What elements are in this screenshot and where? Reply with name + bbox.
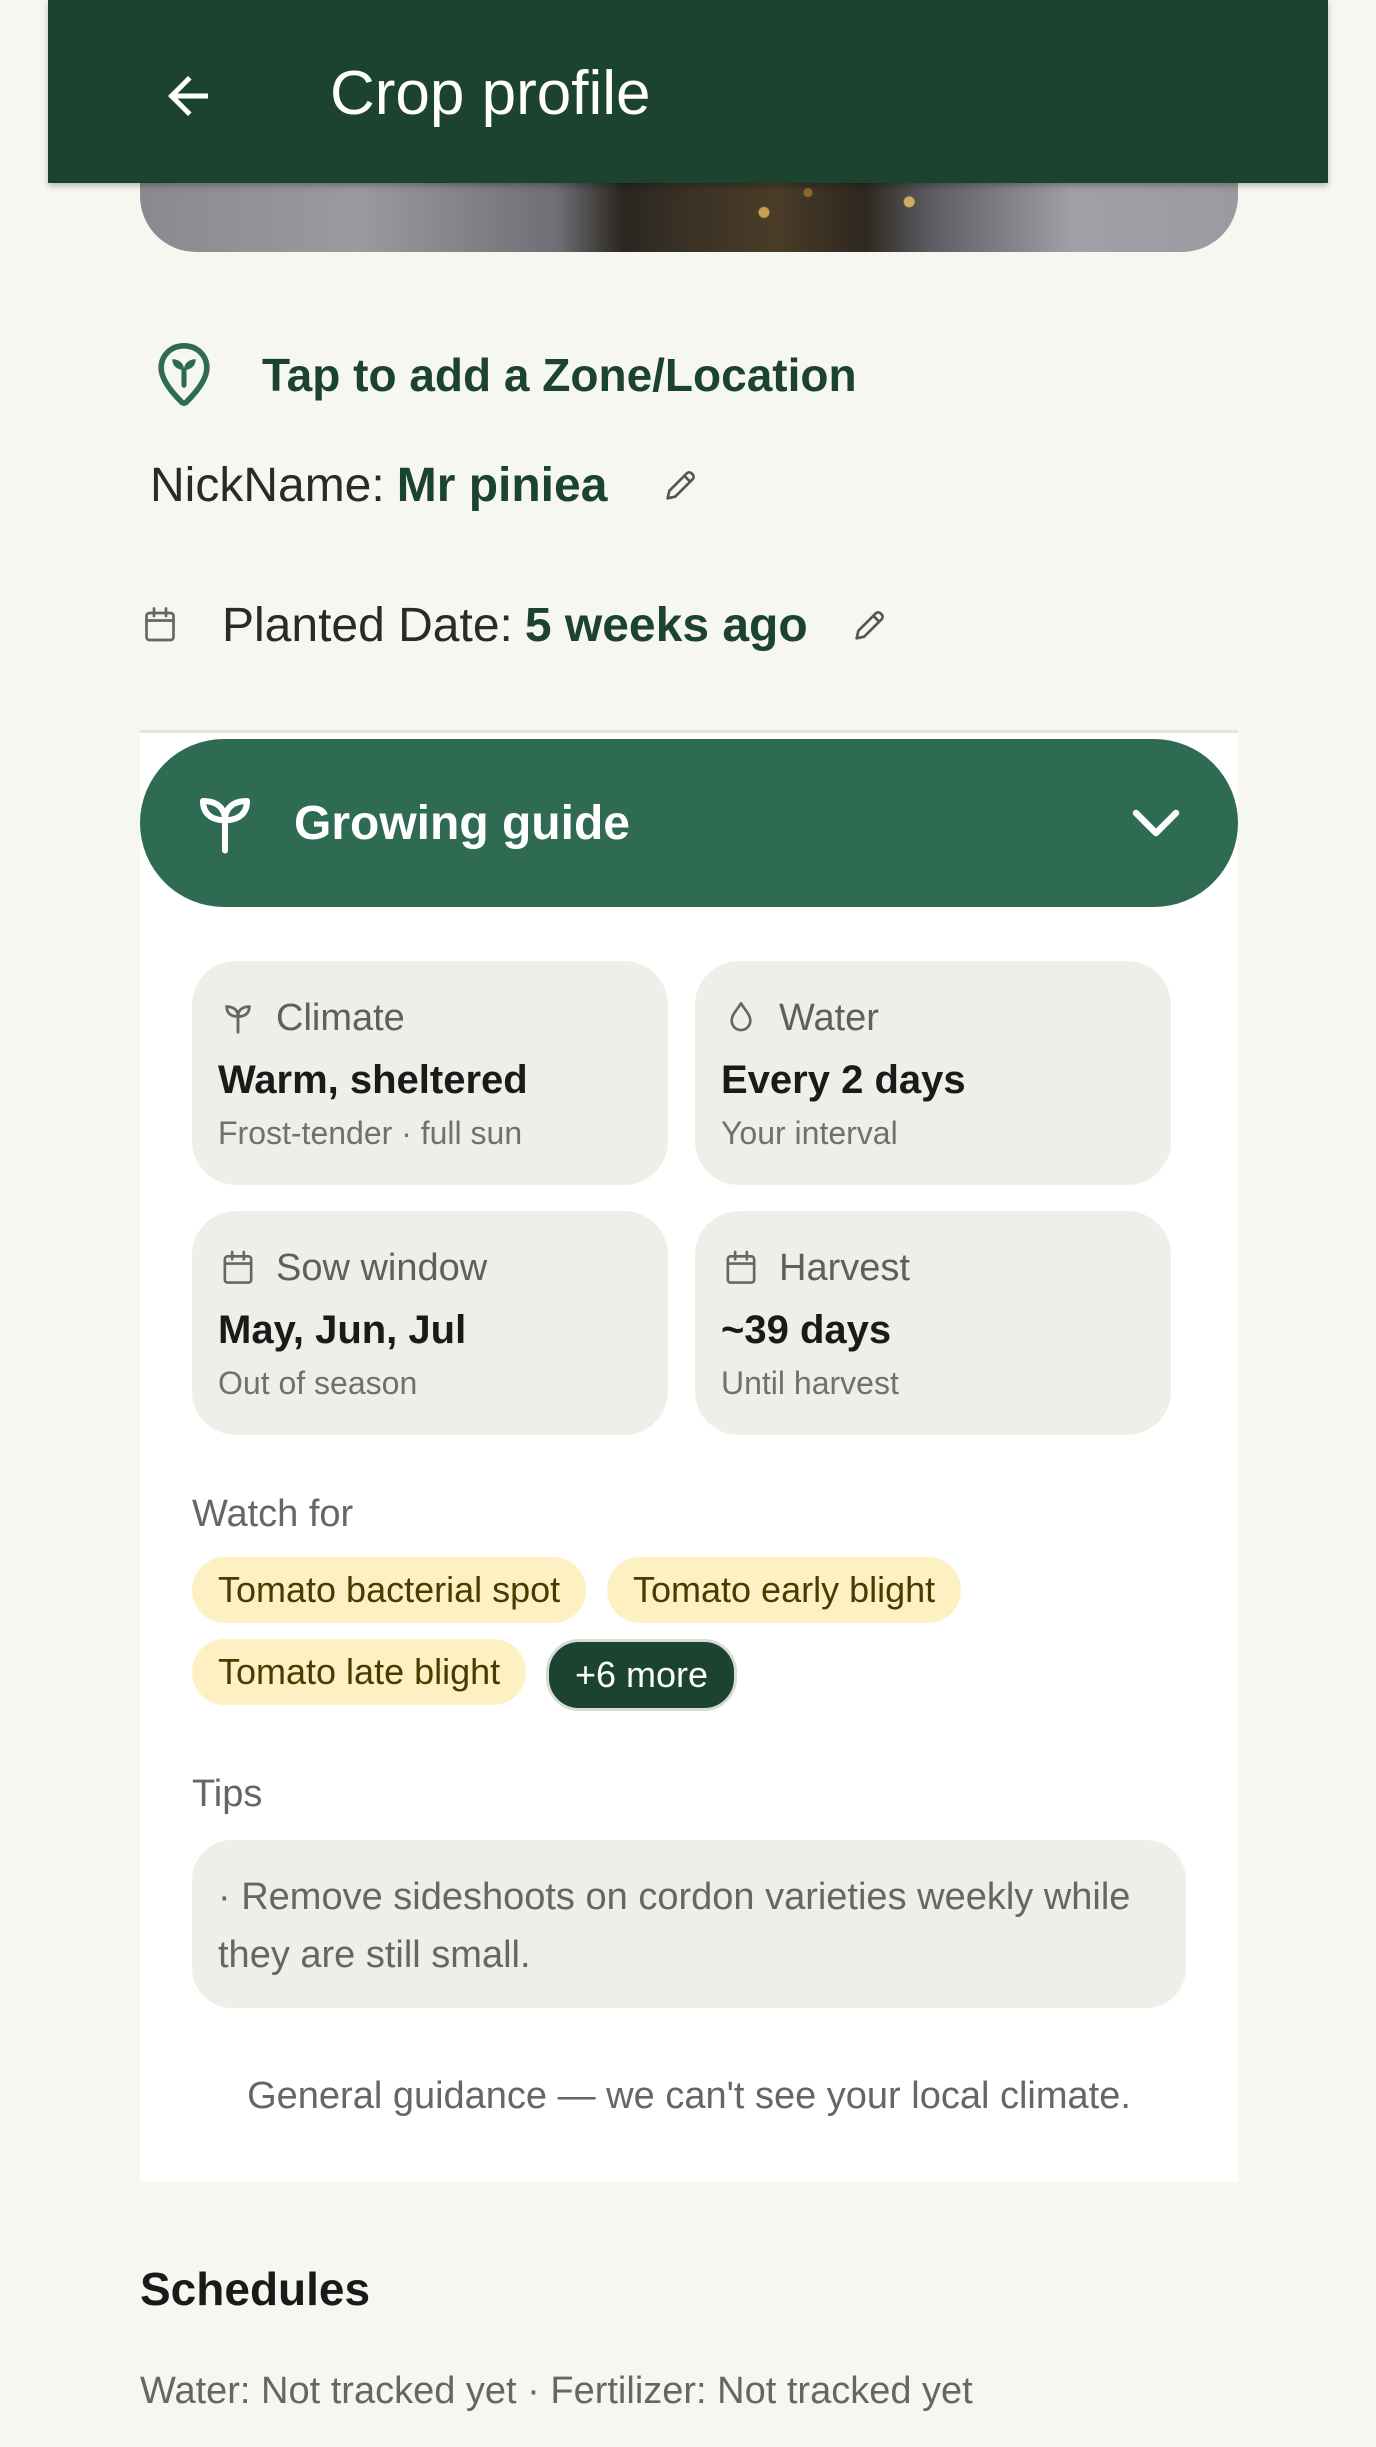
schedules-heading: Schedules [140,2263,371,2315]
planted-date-value: 5 weeks ago [524,598,808,652]
edit-nickname-button[interactable] [659,463,703,507]
water-tile: Water Every 2 days Your interval [695,961,1171,1185]
pencil-icon [666,471,696,500]
sprout-icon [218,998,258,1038]
water-sub: Your interval [721,1115,898,1151]
sow-window-value: May, Jun, Jul [218,1308,467,1352]
climate-label: Climate [276,996,405,1039]
schedules-summary: Water: Not tracked yet · Fertilizer: Not… [140,2370,973,2412]
climate-sub: Frost-tender · full sun [218,1115,523,1151]
sprout-icon [190,788,260,858]
nickname-row: NickName: Mr piniea [150,445,1050,525]
sow-window-label: Sow window [276,1246,488,1289]
water-value: Every 2 days [721,1058,966,1102]
page-title: Crop profile [330,59,651,128]
back-button[interactable] [152,60,224,132]
water-label: Water [779,996,879,1039]
growing-guide-title: Growing guide [294,796,630,850]
droplet-icon [721,998,761,1038]
tips-label: Tips [192,1773,263,1815]
growing-guide-card: Growing guide Climate Warm, sheltered Fr… [140,730,1238,2182]
calendar-icon [140,603,180,647]
disease-chip[interactable]: Tomato late blight [192,1639,527,1705]
add-location-label: Tap to add a Zone/Location [262,349,857,401]
disease-chip[interactable]: Tomato bacterial spot [192,1557,587,1623]
climate-tile: Climate Warm, sheltered Frost-tender · f… [192,961,668,1185]
location-sprout-pin-icon [144,335,224,415]
growing-guide-toggle[interactable]: Growing guide [140,739,1238,907]
add-location-button[interactable]: Tap to add a Zone/Location [140,330,1040,420]
pencil-icon [855,611,884,640]
tip-text: · Remove sideshoots on cordon varieties … [192,1840,1186,2008]
harvest-sub: Until harvest [721,1365,899,1401]
nickname-value: Mr piniea [396,458,608,512]
watch-for-label: Watch for [192,1493,354,1535]
calendar-icon [721,1248,761,1288]
app-bar: Crop profile [48,0,1328,183]
sow-window-tile: Sow window May, Jun, Jul Out of season [192,1211,668,1435]
harvest-value: ~39 days [721,1308,892,1352]
edit-planted-date-button[interactable] [848,603,892,647]
climate-value: Warm, sheltered [218,1058,528,1102]
planted-date-key: Planted Date: [222,598,513,652]
disease-chip[interactable]: Tomato early blight [607,1557,962,1623]
sow-window-sub: Out of season [218,1365,418,1401]
planted-date-row: Planted Date: 5 weeks ago [140,585,1040,665]
harvest-label: Harvest [779,1246,910,1289]
arrow-left-icon [168,76,208,116]
more-diseases-button[interactable]: +6 more [546,1639,738,1711]
guidance-footnote: General guidance — we can't see your loc… [247,2075,1131,2117]
chevron-down-icon [1124,791,1188,855]
harvest-tile: Harvest ~39 days Until harvest [695,1211,1171,1435]
calendar-icon [218,1248,258,1288]
nickname-key: NickName: [150,458,385,512]
